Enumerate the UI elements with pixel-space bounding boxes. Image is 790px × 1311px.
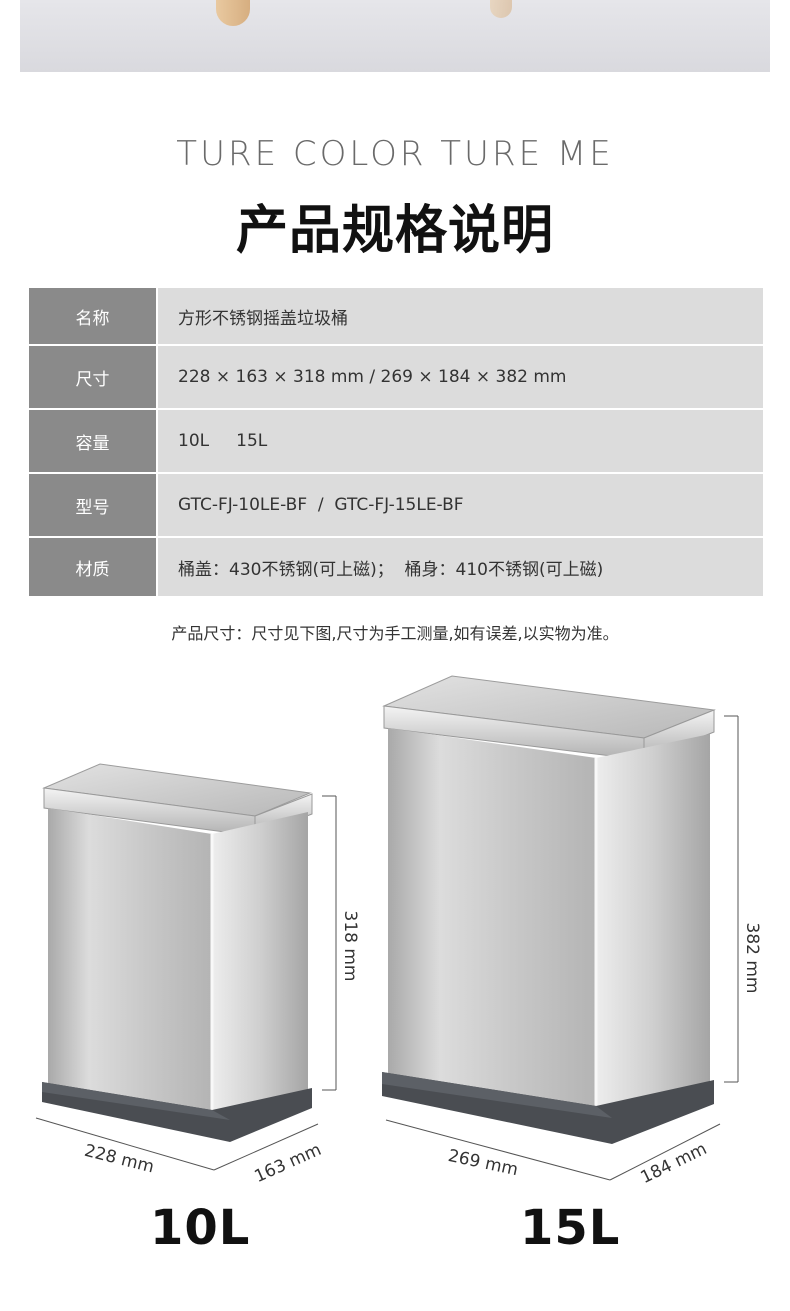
bin-10l-depth-label: 163 mm (251, 1140, 324, 1187)
chair-leg-image (490, 0, 512, 18)
table-row: 容量 10L 15L (29, 409, 763, 474)
spec-key: 容量 (29, 409, 157, 474)
capacity-label-10l: 10L (150, 1200, 251, 1256)
spec-key: 材质 (29, 537, 157, 596)
table-row: 型号 GTC-FJ-10LE-BF / GTC-FJ-15LE-BF (29, 473, 763, 538)
bin-15l-illustration (382, 675, 716, 1144)
product-dimension-diagram: 318 mm 228 mm 163 mm 382 mm 269 mm 184 m… (0, 660, 790, 1200)
bin-15l-height-label: 382 mm (742, 923, 762, 994)
bin-15l-height-dimension (724, 715, 739, 1083)
bin-10l-illustration (42, 763, 313, 1142)
spec-key: 尺寸 (29, 345, 157, 410)
spec-value: 桶盖：430不锈钢(可上磁)； 桶身：410不锈钢(可上磁) (156, 537, 763, 596)
spec-key: 型号 (29, 473, 157, 538)
spec-value: GTC-FJ-10LE-BF / GTC-FJ-15LE-BF (156, 473, 763, 538)
bin-10l-height-label: 318 mm (340, 911, 360, 982)
chair-leg-image (216, 0, 250, 26)
section-subtitle: TURE COLOR TURE ME (176, 134, 614, 174)
bin-10l-height-dimension (322, 795, 337, 1091)
table-row: 尺寸 228 × 163 × 318 mm / 269 × 184 × 382 … (29, 345, 763, 410)
table-row: 名称 方形不锈钢摇盖垃圾桶 (29, 288, 763, 346)
table-row: 材质 桶盖：430不锈钢(可上磁)； 桶身：410不锈钢(可上磁) (29, 537, 763, 596)
capacity-label-15l: 15L (520, 1200, 621, 1256)
spec-table: 名称 方形不锈钢摇盖垃圾桶 尺寸 228 × 163 × 318 mm / 26… (29, 288, 763, 596)
spec-value: 10L 15L (156, 409, 763, 474)
bin-10l-width-label: 228 mm (82, 1141, 156, 1178)
section-title: 产品规格说明 (235, 201, 554, 261)
top-photo-strip (20, 0, 770, 72)
spec-key: 名称 (29, 288, 157, 346)
bin-15l-width-label: 269 mm (446, 1146, 520, 1180)
bin-15l-depth-label: 184 mm (638, 1139, 711, 1188)
spec-value: 方形不锈钢摇盖垃圾桶 (156, 288, 763, 346)
spec-value: 228 × 163 × 318 mm / 269 × 184 × 382 mm (156, 345, 763, 410)
size-note: 产品尺寸：尺寸见下图,尺寸为手工测量,如有误差,以实物为准。 (171, 624, 619, 643)
